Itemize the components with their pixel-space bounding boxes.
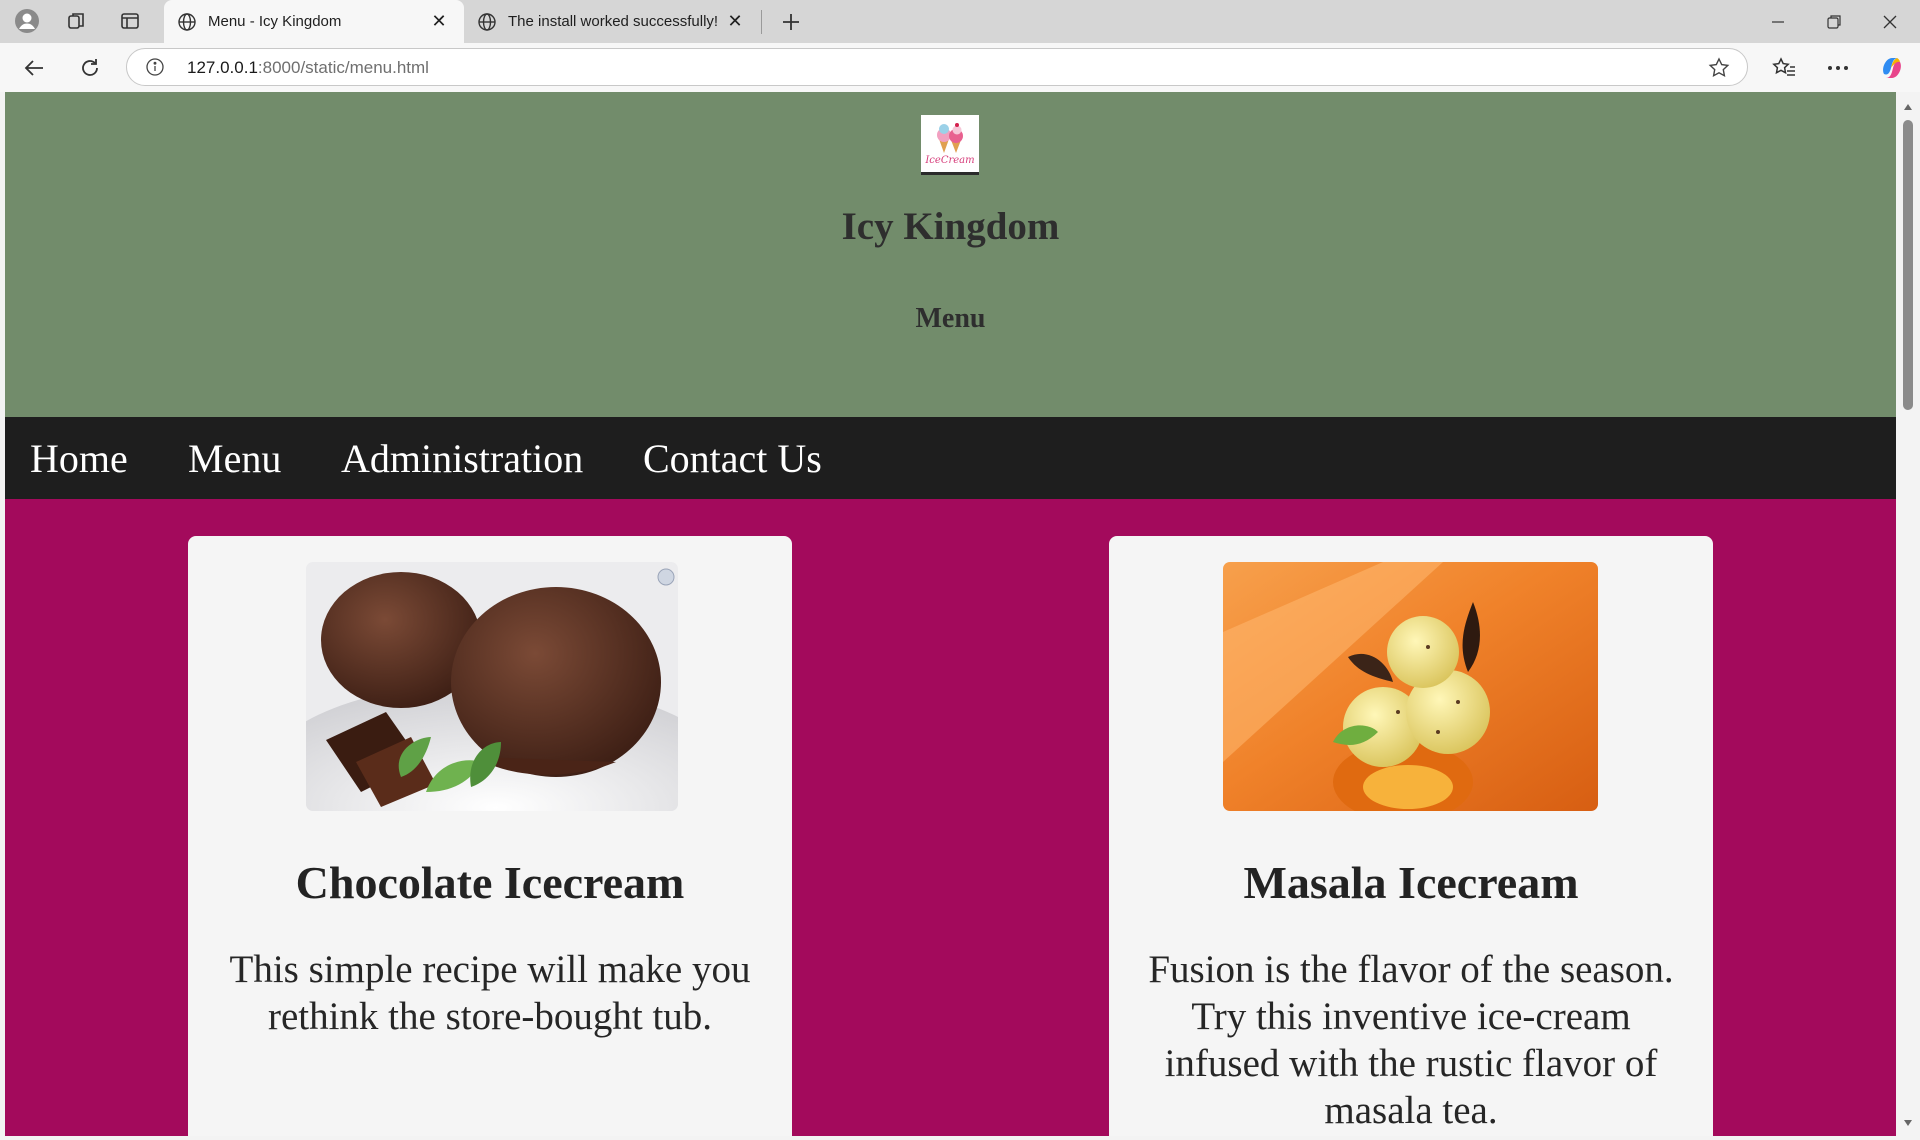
logo-text: IceCream bbox=[924, 155, 974, 166]
menu-card-masala: Masala Icecream Fusion is the flavor of … bbox=[1109, 536, 1713, 1136]
tab-title: Menu - Icy Kingdom bbox=[208, 13, 342, 30]
refresh-icon[interactable] bbox=[72, 51, 108, 85]
card-title: Chocolate Icecream bbox=[295, 857, 685, 908]
main-navigation: Home Menu Administration Contact Us bbox=[5, 417, 1896, 499]
address-bar[interactable]: 127.0.0.1:8000/static/menu.html bbox=[126, 48, 1748, 86]
masala-icecream-image bbox=[1223, 562, 1598, 811]
tab-separator bbox=[761, 10, 762, 34]
page-viewport: IceCream Icy Kingdom Menu Home Menu Admi… bbox=[5, 92, 1896, 1136]
close-window-icon[interactable] bbox=[1862, 0, 1918, 43]
chocolate-icecream-image bbox=[306, 562, 678, 811]
more-options-icon[interactable] bbox=[1820, 51, 1856, 85]
site-info-icon[interactable] bbox=[145, 57, 165, 77]
workspaces-icon[interactable] bbox=[60, 6, 94, 36]
globe-icon bbox=[476, 11, 498, 33]
scroll-down-arrow-icon[interactable] bbox=[1901, 1116, 1915, 1130]
globe-icon bbox=[176, 11, 198, 33]
page-scrollbar[interactable] bbox=[1896, 92, 1920, 1136]
favorite-star-icon[interactable] bbox=[1707, 56, 1731, 80]
menu-card-chocolate: Chocolate Icecream This simple recipe wi… bbox=[188, 536, 792, 1136]
address-toolbar: 127.0.0.1:8000/static/menu.html bbox=[0, 43, 1920, 92]
restore-icon[interactable] bbox=[1806, 0, 1862, 43]
back-arrow-icon[interactable] bbox=[16, 51, 52, 85]
browser-tab-bar: Menu - Icy Kingdom ✕ The install worked … bbox=[0, 0, 1920, 43]
nav-link-contact-us[interactable]: Contact Us bbox=[643, 435, 822, 482]
tab-title: The install worked successfully! Co bbox=[508, 13, 722, 30]
icecream-logo[interactable]: IceCream bbox=[921, 115, 979, 175]
new-tab-icon[interactable] bbox=[775, 6, 807, 38]
tab-install-worked[interactable]: The install worked successfully! Co ✕ bbox=[464, 0, 760, 43]
scroll-thumb[interactable] bbox=[1903, 120, 1913, 410]
scroll-up-arrow-icon[interactable] bbox=[1901, 100, 1915, 114]
favorites-icon[interactable] bbox=[1766, 51, 1802, 85]
nav-link-home[interactable]: Home bbox=[30, 435, 128, 482]
profile-icon[interactable] bbox=[10, 6, 44, 36]
nav-link-menu[interactable]: Menu bbox=[188, 435, 281, 482]
close-tab-icon[interactable]: ✕ bbox=[722, 9, 748, 35]
card-description: This simple recipe will make you rethink… bbox=[229, 948, 751, 1038]
nav-link-administration[interactable]: Administration bbox=[341, 435, 583, 482]
tab-menu-icy-kingdom[interactable]: Menu - Icy Kingdom ✕ bbox=[164, 0, 464, 43]
card-title: Masala Icecream bbox=[1243, 857, 1579, 908]
icecream-logo-graphic: IceCream bbox=[924, 123, 975, 166]
url-host: 127.0.0.1 bbox=[187, 58, 258, 77]
page-subtitle: Menu bbox=[915, 303, 986, 334]
url-text[interactable]: 127.0.0.1:8000/static/menu.html bbox=[187, 58, 429, 78]
site-header: IceCream Icy Kingdom Menu bbox=[5, 92, 1896, 417]
url-path: :8000/static/menu.html bbox=[257, 58, 429, 77]
site-title: Icy Kingdom bbox=[841, 205, 1060, 248]
card-description: Fusion is the flavor of the season. Try … bbox=[1148, 948, 1674, 1132]
close-tab-icon[interactable]: ✕ bbox=[426, 9, 452, 35]
minimize-icon[interactable] bbox=[1750, 0, 1806, 43]
copilot-icon[interactable] bbox=[1874, 51, 1910, 85]
tab-actions-icon[interactable] bbox=[113, 6, 147, 36]
